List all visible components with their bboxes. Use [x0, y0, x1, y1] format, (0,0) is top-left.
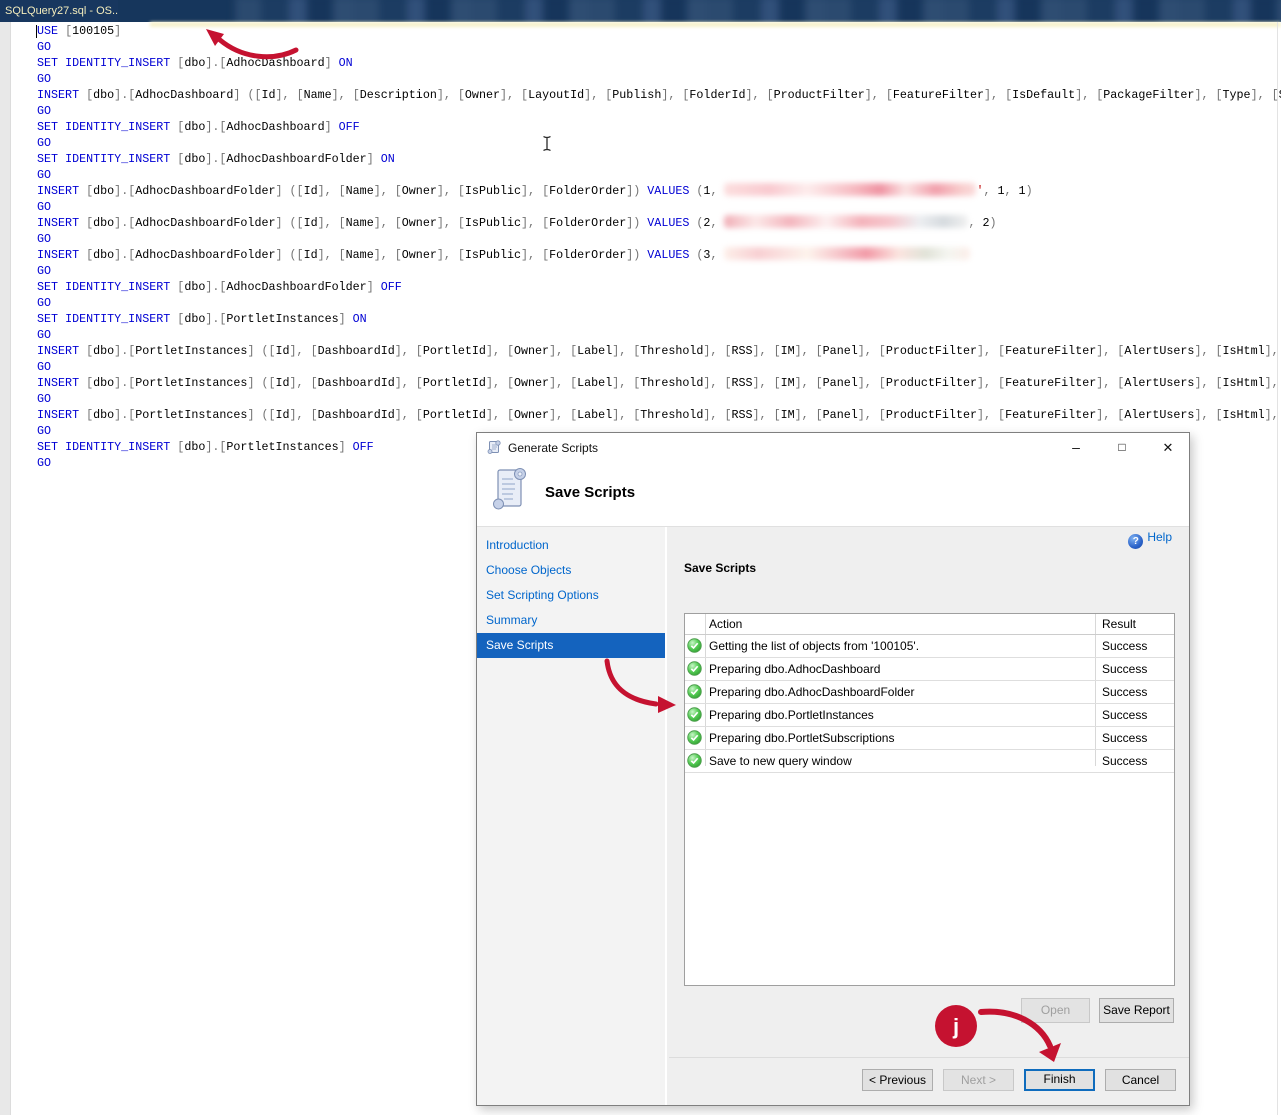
dialog-header: Save Scripts: [477, 462, 1189, 527]
action-cell: Save to new query window: [709, 750, 852, 772]
maximize-button[interactable]: □: [1105, 433, 1139, 462]
column-header-action: Action: [709, 617, 742, 631]
sidebar-item-set-scripting-options[interactable]: Set Scripting Options: [477, 583, 665, 608]
sql-code-line: GO: [37, 39, 1281, 55]
previous-button[interactable]: < Previous: [862, 1069, 933, 1091]
section-title: Save Scripts: [684, 561, 756, 575]
column-header-result: Result: [1102, 617, 1136, 631]
open-button[interactable]: Open: [1021, 998, 1090, 1023]
sql-code-line: INSERT [dbo].[AdhocDashboardFolder] ([Id…: [37, 215, 1281, 231]
result-cell: Success: [1102, 658, 1147, 680]
sql-code-line: INSERT [dbo].[AdhocDashboard] ([Id], [Na…: [37, 87, 1281, 103]
sql-code-line: SET IDENTITY_INSERT [dbo].[AdhocDashboar…: [37, 151, 1281, 167]
result-row[interactable]: Preparing dbo.AdhocDashboardFolder Succes…: [685, 681, 1174, 704]
cancel-button[interactable]: Cancel: [1105, 1069, 1176, 1091]
success-check-icon: [687, 638, 702, 656]
editor-tab[interactable]: SQLQuery27.sql - OS..: [0, 0, 118, 22]
blurred-titlebar-highlight: [110, 0, 270, 22]
success-check-icon: [687, 707, 702, 725]
sql-code-line: GO: [37, 71, 1281, 87]
scroll-icon-small: [486, 439, 502, 460]
finish-button[interactable]: Finish: [1024, 1069, 1095, 1091]
sql-code-line: GO: [37, 327, 1281, 343]
sql-code-line: SET IDENTITY_INSERT [dbo].[AdhocDashboar…: [37, 279, 1281, 295]
sql-code-line: GO: [37, 263, 1281, 279]
success-check-icon: [687, 661, 702, 679]
ssms-title-bar: SQLQuery27.sql - OS..: [0, 0, 1281, 22]
close-button[interactable]: ✕: [1151, 433, 1185, 462]
dialog-title: Generate Scripts: [508, 441, 598, 455]
sql-code-line: GO: [37, 135, 1281, 151]
sql-code-line: GO: [37, 295, 1281, 311]
dialog-content: ? Help Save Scripts Action Result Getting…: [669, 527, 1189, 1105]
action-cell: Preparing dbo.AdhocDashboardFolder: [709, 681, 914, 703]
redacted-value: [724, 183, 976, 196]
sql-code-line: INSERT [dbo].[PortletInstances] ([Id], […: [37, 407, 1281, 423]
save-report-button[interactable]: Save Report: [1099, 998, 1174, 1023]
sql-code-line: GO: [37, 103, 1281, 119]
action-cell: Preparing dbo.PortletInstances: [709, 704, 874, 726]
scroll-icon-large: [489, 464, 533, 519]
result-row[interactable]: Preparing dbo.PortletSubscriptions Succes…: [685, 727, 1174, 750]
sql-code-line: INSERT [dbo].[PortletInstances] ([Id], […: [37, 343, 1281, 359]
redacted-value: [724, 215, 968, 228]
action-cell: Getting the list of objects from '100105…: [709, 635, 919, 657]
success-check-icon: [687, 684, 702, 702]
editor-gutter: [0, 22, 11, 1115]
success-check-icon: [687, 730, 702, 748]
result-cell: Success: [1102, 635, 1147, 657]
sql-code-editor[interactable]: USE [100105]GOSET IDENTITY_INSERT [dbo].…: [37, 23, 1281, 483]
sidebar-item-choose-objects[interactable]: Choose Objects: [477, 558, 665, 583]
dialog-heading: Save Scripts: [545, 484, 635, 501]
sql-code-line: SET IDENTITY_INSERT [dbo].[AdhocDashboar…: [37, 119, 1281, 135]
sql-code-line: SET IDENTITY_INSERT [dbo].[PortletInstan…: [37, 311, 1281, 327]
result-row[interactable]: Save to new query window Success: [685, 750, 1174, 773]
sql-code-line: GO: [37, 199, 1281, 215]
redacted-value: [724, 247, 970, 260]
help-icon: ?: [1128, 534, 1143, 549]
result-cell: Success: [1102, 704, 1147, 726]
sql-code-line: INSERT [dbo].[PortletInstances] ([Id], […: [37, 375, 1281, 391]
next-button[interactable]: Next >: [943, 1069, 1014, 1091]
sql-code-line: GO: [37, 231, 1281, 247]
footer-divider: [669, 1057, 1189, 1058]
sql-code-line: USE [100105]: [37, 23, 1281, 39]
result-row[interactable]: Preparing dbo.AdhocDashboard Success: [685, 658, 1174, 681]
help-link[interactable]: ? Help: [1128, 530, 1172, 546]
sql-code-line: SET IDENTITY_INSERT [dbo].[AdhocDashboar…: [37, 55, 1281, 71]
result-cell: Success: [1102, 727, 1147, 749]
blurred-titlebar-region: [235, 0, 1281, 22]
minimize-button[interactable]: –: [1059, 433, 1093, 462]
sql-code-line: GO: [37, 359, 1281, 375]
result-cell: Success: [1102, 750, 1147, 772]
generate-scripts-dialog: Generate Scripts – □ ✕ Save Scripts Intr…: [476, 432, 1190, 1106]
success-check-icon: [687, 753, 702, 771]
sql-code-line: GO: [37, 167, 1281, 183]
action-cell: Preparing dbo.PortletSubscriptions: [709, 727, 894, 749]
table-header: Action Result: [685, 614, 1174, 635]
dialog-titlebar[interactable]: Generate Scripts – □ ✕: [477, 433, 1189, 462]
action-cell: Preparing dbo.AdhocDashboard: [709, 658, 880, 680]
results-table: Action Result Getting the list of object…: [684, 613, 1175, 986]
sidebar-item-summary[interactable]: Summary: [477, 608, 665, 633]
result-row[interactable]: Preparing dbo.PortletInstances Success: [685, 704, 1174, 727]
result-cell: Success: [1102, 681, 1147, 703]
sql-code-line: INSERT [dbo].[AdhocDashboardFolder] ([Id…: [37, 183, 1281, 199]
result-row[interactable]: Getting the list of objects from '100105…: [685, 635, 1174, 658]
sidebar-item-introduction[interactable]: Introduction: [477, 533, 665, 558]
wizard-steps-sidebar: IntroductionChoose ObjectsSet Scripting …: [477, 527, 667, 1105]
sql-code-line: GO: [37, 391, 1281, 407]
sidebar-item-save-scripts[interactable]: Save Scripts: [477, 633, 665, 658]
help-label: Help: [1147, 530, 1172, 544]
sql-code-line: INSERT [dbo].[AdhocDashboardFolder] ([Id…: [37, 247, 1281, 263]
